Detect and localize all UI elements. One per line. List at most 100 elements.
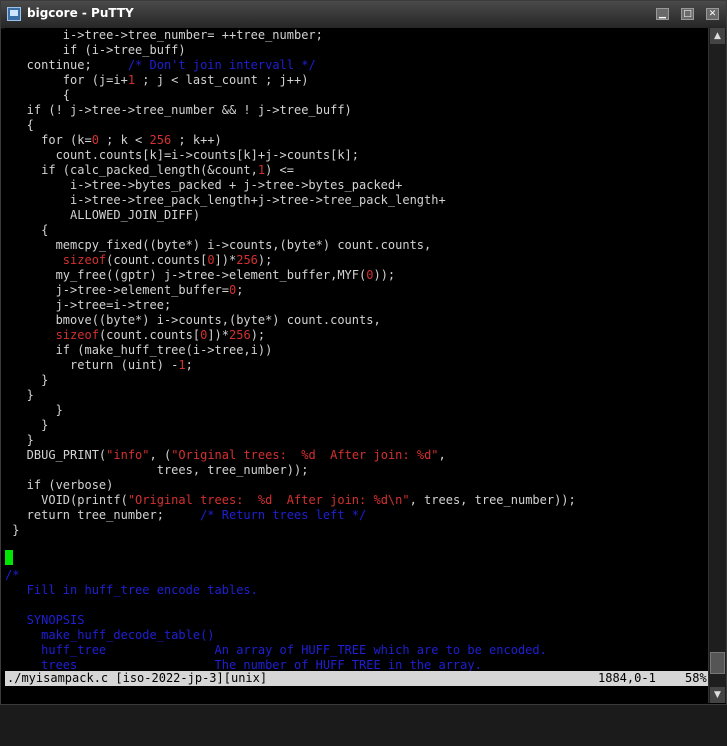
code-text: } (5, 403, 63, 417)
code-text: (count.counts[ (106, 253, 208, 267)
putty-app-icon[interactable] (7, 7, 21, 21)
code-text: } (5, 373, 49, 387)
code-text: ; k++) (171, 133, 222, 147)
code-text: if (i->tree_buff) (5, 43, 186, 57)
terminal-text-area[interactable]: i->tree->tree_number= ++tree_number; if … (5, 28, 708, 671)
code-text: ) <= (265, 163, 295, 177)
code-line: count.counts[k]=i->counts[k]+j->counts[k… (5, 148, 359, 163)
code-line: Fill in huff_tree encode tables. (5, 583, 258, 598)
code-text: i->tree->tree_pack_length+j->tree->tree_… (5, 193, 446, 207)
code-line: } (5, 388, 34, 403)
code-line: SYNOPSIS (5, 613, 85, 628)
code-line: DBUG_PRINT("info", ("Original trees: %d … (5, 448, 446, 463)
code-text: memcpy_fixed((byte*) i->counts,(byte*) c… (5, 238, 432, 252)
code-literal: sizeof (55, 328, 99, 342)
code-text: j->tree->element_buffer= (5, 283, 229, 297)
code-text: } (5, 388, 34, 402)
code-text: return tree_number; (5, 508, 201, 522)
code-text: j->tree=i->tree; (5, 298, 172, 312)
code-text: if (! j->tree->tree_number && ! j->tree_… (5, 103, 352, 117)
code-line: if (! j->tree->tree_number && ! j->tree_… (5, 103, 352, 118)
scroll-up-arrow-icon[interactable]: ▲ (710, 28, 725, 44)
code-line: } (5, 403, 63, 418)
scroll-down-arrow-icon[interactable]: ▼ (710, 687, 725, 703)
code-line: if (i->tree_buff) (5, 43, 186, 58)
code-comment: /* (5, 568, 20, 582)
code-text: ); (250, 328, 266, 342)
code-text: )); (373, 268, 396, 282)
code-text: , (438, 448, 446, 462)
code-literal: 1 (178, 358, 186, 372)
scroll-thumb[interactable] (710, 652, 725, 674)
code-line: } (5, 523, 19, 538)
minimize-button[interactable]: ▁ (656, 8, 669, 20)
code-text: for (j=i+ (5, 73, 128, 87)
text-cursor (5, 550, 13, 565)
code-line: /* (5, 568, 19, 583)
code-text: , ( (149, 448, 172, 462)
code-line: { (5, 118, 34, 133)
maximize-button[interactable]: □ (681, 8, 694, 20)
code-literal: 256 (149, 133, 172, 147)
code-text: } (5, 433, 34, 447)
code-line: } (5, 418, 48, 433)
code-line: if (calc_packed_length(&count,1) <= (5, 163, 294, 178)
code-line: { (5, 88, 70, 103)
code-line: trees The number of HUFF_TREE in the arr… (5, 658, 482, 671)
code-text: i->tree->tree_number= ++tree_number; (5, 28, 323, 42)
status-cursor-position: 1884,0-1 (598, 671, 656, 685)
code-line: i->tree->tree_pack_length+j->tree->tree_… (5, 193, 446, 208)
code-line: } (5, 373, 48, 388)
code-text: bmove((byte*) i->counts,(byte*) count.co… (5, 313, 381, 327)
code-string: "Original trees: %d After join: %d" (171, 448, 439, 462)
code-text: DBUG_PRINT( (5, 448, 107, 462)
close-button[interactable]: ✕ (706, 8, 719, 20)
vim-status-line: ./myisampack.c [iso-2022-jp-3][unix] 188… (5, 671, 708, 686)
code-text: ALLOWED_JOIN_DIFF) (5, 208, 201, 222)
code-line: my_free((gptr) j->tree->element_buffer,M… (5, 268, 396, 283)
code-comment: /* Return trees left */ (200, 508, 367, 522)
code-text: } (5, 418, 49, 432)
code-line: continue; /* Don't join intervall */ (5, 58, 316, 73)
code-line: bmove((byte*) i->counts,(byte*) count.co… (5, 313, 381, 328)
code-text: ); (257, 253, 273, 267)
code-text: { (5, 118, 34, 132)
code-line: i->tree->bytes_packed + j->tree->bytes_p… (5, 178, 402, 193)
code-text: (count.counts[ (98, 328, 201, 342)
code-text: ; j < last_count ; j++) (135, 73, 309, 87)
vertical-scrollbar[interactable]: ▲ ▼ (708, 28, 726, 703)
code-text: for (k= (5, 133, 92, 147)
putty-window: bigcore - PuTTY ▁ □ ✕ i->tree->tree_numb… (0, 0, 727, 705)
code-text: if (calc_packed_length(&count, (5, 163, 258, 177)
title-bar[interactable]: bigcore - PuTTY ▁ □ ✕ (1, 1, 726, 29)
code-text: ; (185, 358, 193, 372)
code-text: , trees, tree_number)); (409, 493, 576, 507)
code-comment: Fill in huff_tree encode tables. (5, 583, 258, 597)
code-text: continue; (5, 58, 128, 72)
code-text: } (5, 523, 20, 537)
code-text: count.counts[k]=i->counts[k]+j->counts[k… (5, 148, 360, 162)
code-literal: 0 (207, 253, 215, 267)
code-line: return tree_number; /* Return trees left… (5, 508, 367, 523)
code-comment: trees The number of HUFF_TREE in the arr… (5, 658, 482, 671)
code-line: j->tree=i->tree; (5, 298, 172, 313)
code-line: if (make_huff_tree(i->tree,i)) (5, 343, 273, 358)
code-line: huff_tree An array of HUFF_TREE which ar… (5, 643, 547, 658)
code-line: trees, tree_number)); (5, 463, 309, 478)
code-text: { (5, 88, 71, 102)
code-line: for (k=0 ; k < 256 ; k++) (5, 133, 222, 148)
code-text: trees, tree_number)); (5, 463, 309, 477)
code-text: VOID(printf( (5, 493, 128, 507)
code-text: { (5, 223, 49, 237)
code-literal: 256 (236, 253, 258, 267)
code-line: j->tree->element_buffer=0; (5, 283, 244, 298)
code-line: return (uint) -1; (5, 358, 193, 373)
code-literal: 0 (91, 133, 99, 147)
code-comment: make_huff_decode_table() (5, 628, 215, 642)
code-text: if (make_huff_tree(i->tree,i)) (5, 343, 273, 357)
code-text: ; k < (98, 133, 150, 147)
code-text: ])* (214, 253, 237, 267)
code-comment: SYNOPSIS (5, 613, 85, 627)
status-scroll-percent: 58% (685, 671, 707, 685)
